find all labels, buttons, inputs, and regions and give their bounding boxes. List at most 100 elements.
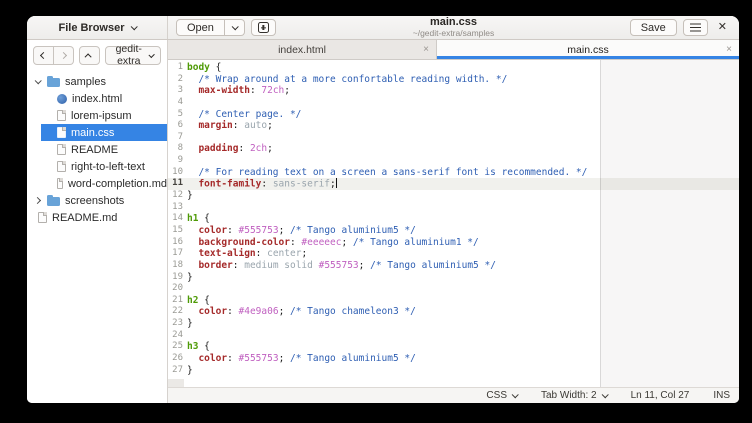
chevron-down-icon xyxy=(232,23,239,30)
line-number: 5 xyxy=(168,109,183,121)
code-token: /* Tango chameleon3 */ xyxy=(290,306,416,317)
open-dropdown-button[interactable] xyxy=(225,19,245,36)
code-line-1: 1body { xyxy=(168,62,739,74)
code-line-6: 6 margin: auto; xyxy=(168,120,739,132)
file-browser-menubutton[interactable]: File Browser xyxy=(27,16,168,39)
tree-item-label: samples xyxy=(65,76,106,88)
tab-width-selector[interactable]: Tab Width: 2 xyxy=(541,390,607,401)
forward-button[interactable] xyxy=(54,46,74,65)
tree-item-right-to-left-text[interactable]: right-to-left-text xyxy=(27,158,167,175)
code-line-22: 22 color: #4e9a06; /* Tango chameleon3 *… xyxy=(168,306,739,318)
code-token: sans-serif xyxy=(273,179,330,190)
line-number: 26 xyxy=(168,353,183,365)
code-line-10: 10 /* For reading text on a screen a san… xyxy=(168,167,739,179)
line-number: 6 xyxy=(168,120,183,132)
tree-item-main.css[interactable]: main.css xyxy=(27,124,167,141)
code-token: ; xyxy=(359,260,370,271)
text-view[interactable]: 1body {2 /* Wrap around at a more confor… xyxy=(168,60,739,387)
code-token xyxy=(187,225,198,236)
code-line-16: 16 background-color: #eeeeec; /* Tango a… xyxy=(168,237,739,249)
code-line-4: 4 xyxy=(168,97,739,109)
line-number: 11 xyxy=(168,178,183,190)
code-token: color xyxy=(198,225,227,236)
line-number: 1 xyxy=(168,62,183,74)
file-icon xyxy=(57,178,63,189)
tree-item-label: lorem-ipsum xyxy=(71,110,132,122)
line-number: 14 xyxy=(168,213,183,225)
code-token xyxy=(187,248,198,259)
chevron-down-icon xyxy=(149,51,155,57)
code-line-19: 19} xyxy=(168,272,739,284)
tree-item-README[interactable]: README xyxy=(27,141,167,158)
tree-item-index.html[interactable]: index.html xyxy=(27,90,167,107)
tree-item-README.md[interactable]: README.md xyxy=(27,209,167,226)
tab-close-button[interactable]: × xyxy=(423,44,429,55)
chevron-down-icon[interactable] xyxy=(33,79,42,84)
tab-main.css[interactable]: main.css× xyxy=(437,40,739,59)
back-button[interactable] xyxy=(33,46,54,65)
file-icon xyxy=(38,212,47,223)
tab-close-button[interactable]: × xyxy=(726,44,732,55)
code-line-13: 13 xyxy=(168,202,739,214)
cursor-position: Ln 11, Col 27 xyxy=(631,390,690,401)
html-file-icon xyxy=(57,94,67,104)
code-token: border xyxy=(198,260,232,271)
code-token: auto xyxy=(244,120,267,131)
code-token: : xyxy=(256,248,267,259)
location-dropdown[interactable]: gedit-extra xyxy=(105,46,161,65)
close-window-button[interactable]: ✕ xyxy=(714,22,731,33)
menu-button[interactable] xyxy=(683,19,708,36)
code-token: #555753 xyxy=(319,260,359,271)
file-icon xyxy=(57,161,66,172)
tree-item-label: word-completion.md xyxy=(68,178,167,190)
tab-index.html[interactable]: index.html× xyxy=(168,40,437,59)
code-token: #eeeeec xyxy=(301,237,341,248)
file-icon xyxy=(57,110,66,121)
code-line-11: 11 font-family: sans-serif; xyxy=(168,178,739,190)
location-label: gedit-extra xyxy=(113,43,144,67)
tree-item-samples[interactable]: samples xyxy=(27,73,167,90)
code-token: /* Tango aluminium5 */ xyxy=(290,353,416,364)
tree-item-lorem-ipsum[interactable]: lorem-ipsum xyxy=(27,107,167,124)
code-token: : xyxy=(261,179,272,190)
file-browser-panel: gedit-extra samples index.html lorem-ipsum… xyxy=(27,40,168,403)
code-token: padding xyxy=(198,143,238,154)
line-number: 24 xyxy=(168,330,183,342)
code-token xyxy=(187,179,198,190)
code-line-17: 17 text-align: center; xyxy=(168,248,739,260)
header-main: Open main.css ~/gedit-extra/samples Save… xyxy=(168,16,739,39)
code-token: : xyxy=(227,353,238,364)
code-token: } xyxy=(187,318,193,329)
tree-item-screenshots[interactable]: screenshots xyxy=(27,192,167,209)
tree-item-label: README xyxy=(71,144,118,156)
new-tab-button[interactable] xyxy=(251,19,276,36)
document-path: ~/gedit-extra/samples xyxy=(413,29,495,38)
tree-item-word-completion.md[interactable]: word-completion.md xyxy=(27,175,167,192)
code-token: : xyxy=(227,225,238,236)
open-split-button: Open xyxy=(176,19,245,36)
status-bar: CSS Tab Width: 2 Ln 11, Col 27 INS xyxy=(168,387,739,403)
new-tab-icon xyxy=(258,22,269,33)
window-title-block: main.css ~/gedit-extra/samples xyxy=(413,17,495,37)
chevron-left-icon xyxy=(40,51,47,58)
save-button[interactable]: Save xyxy=(630,19,677,36)
up-button[interactable] xyxy=(79,46,100,65)
line-number: 9 xyxy=(168,155,183,167)
code-line-14: 14h1 { xyxy=(168,213,739,225)
open-button[interactable]: Open xyxy=(176,19,225,36)
code-token: h2 xyxy=(187,295,198,306)
code-token: center xyxy=(267,248,301,259)
tree-item-label: README.md xyxy=(52,212,117,224)
code-token: ; xyxy=(301,248,307,259)
code-token: body xyxy=(187,62,210,73)
tree-item-label: main.css xyxy=(71,127,114,139)
code-token: ; xyxy=(267,143,273,154)
code-token xyxy=(187,260,198,271)
chevron-right-icon[interactable] xyxy=(33,198,42,203)
code-token: h1 xyxy=(187,213,198,224)
code-line-21: 21h2 { xyxy=(168,295,739,307)
folder-icon xyxy=(47,78,60,87)
code-line-3: 3 max-width: 72ch; xyxy=(168,85,739,97)
line-number: 21 xyxy=(168,295,183,307)
language-selector[interactable]: CSS xyxy=(486,390,517,401)
